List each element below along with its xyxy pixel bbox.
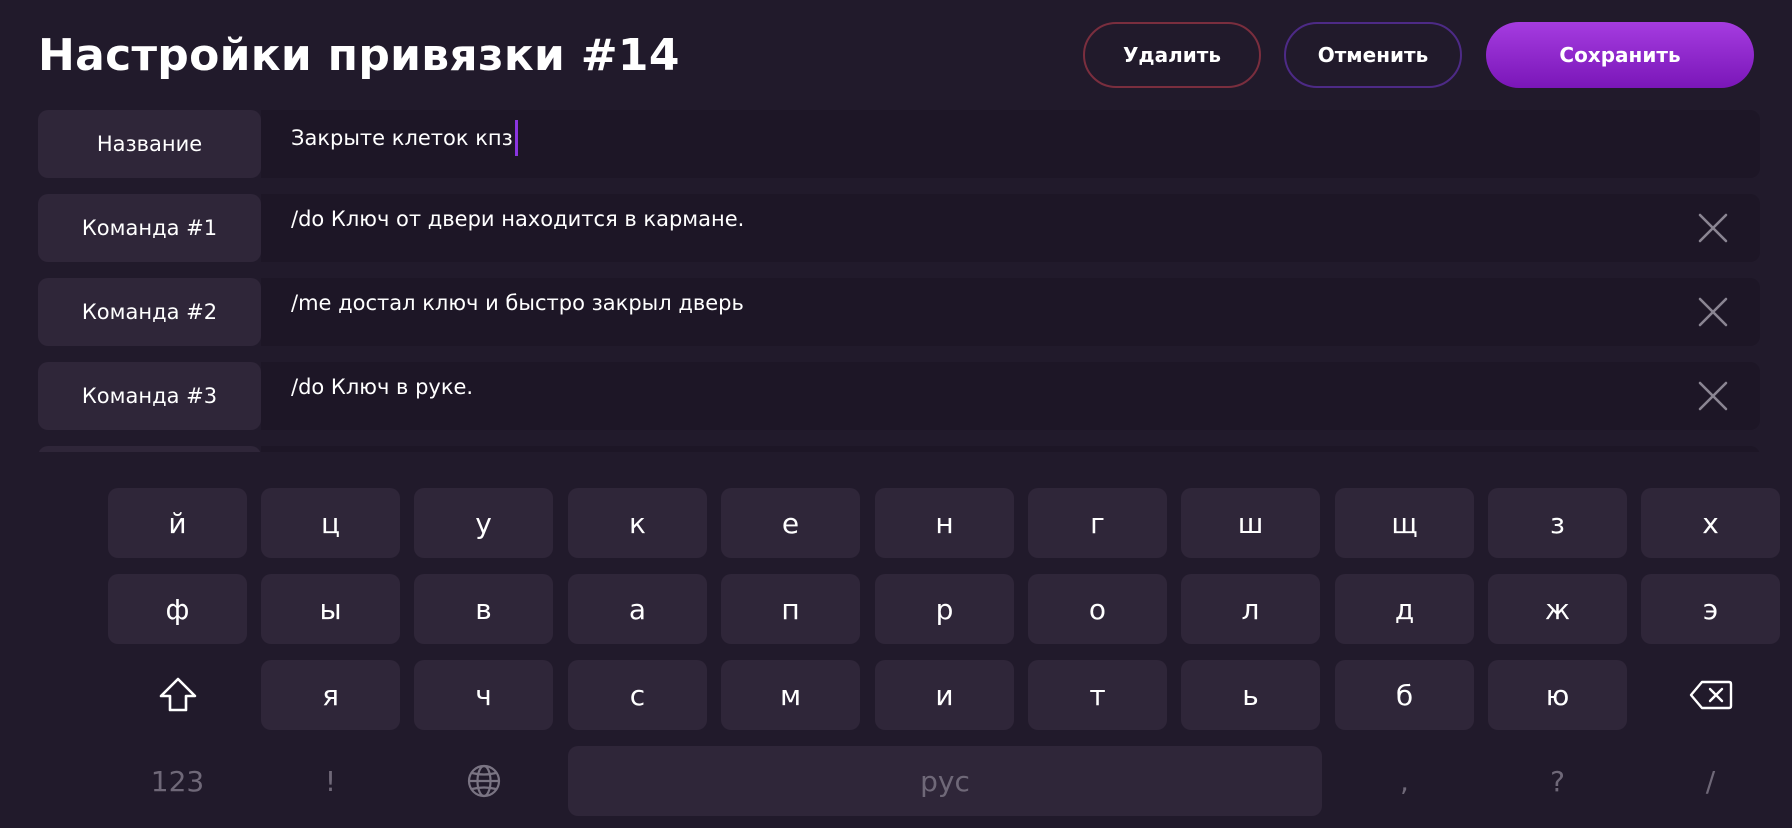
comma-key[interactable]: , [1335,746,1474,816]
space-key[interactable]: рус [568,746,1322,816]
command-input-value: /do Ключ от двери находится в кармане. [291,207,745,231]
form-rows: Название Закрыте клеток кпз Команда #1 /… [38,110,1760,452]
key[interactable]: х [1641,488,1780,558]
command-input-value: /do Ключ в руке. [291,375,474,399]
key[interactable]: й [108,488,247,558]
numbers-key[interactable]: 123 [108,746,247,816]
name-row: Название Закрыте клеток кпз [38,110,1760,178]
key[interactable]: ш [1181,488,1320,558]
key[interactable]: я [261,660,400,730]
command-input-3[interactable]: /do Ключ в руке. [261,362,1760,430]
globe-icon [467,764,500,798]
row-label: Команда #1 [38,194,261,262]
command-row-3: Команда #3 /do Ключ в руке. [38,362,1760,430]
exclamation-key[interactable]: ! [261,746,400,816]
key[interactable]: ж [1488,574,1627,644]
command-input-1[interactable]: /do Ключ от двери находится в кармане. [261,194,1760,262]
key[interactable]: с [568,660,707,730]
key[interactable]: з [1488,488,1627,558]
key[interactable]: ы [261,574,400,644]
key[interactable]: т [1028,660,1167,730]
name-input-value: Закрыте клеток кпз [291,126,513,150]
question-key[interactable]: ? [1488,746,1627,816]
shift-arrow-icon [159,677,196,712]
key[interactable]: ч [414,660,553,730]
text-cursor [514,120,518,156]
backspace-icon [1689,680,1732,710]
key[interactable]: ь [1181,660,1320,730]
key[interactable]: п [721,574,860,644]
key[interactable]: ю [1488,660,1627,730]
slash-key[interactable]: / [1641,746,1780,816]
row-label: Команда #2 [38,278,261,346]
key[interactable]: у [414,488,553,558]
command-row-4 [38,446,1760,452]
command-row-1: Команда #1 /do Ключ от двери находится в… [38,194,1760,262]
page-title: Настройки привязки #14 [38,30,680,81]
close-icon[interactable] [1696,211,1730,245]
command-input-value: /me достал ключ и быстро закрыл дверь [291,291,744,315]
key[interactable]: е [721,488,860,558]
key[interactable]: а [568,574,707,644]
row-label [38,446,261,452]
key[interactable]: к [568,488,707,558]
backspace-key[interactable] [1641,660,1780,730]
key[interactable]: р [875,574,1014,644]
row-label: Название [38,110,261,178]
key[interactable]: д [1335,574,1474,644]
command-input-2[interactable]: /me достал ключ и быстро закрыл дверь [261,278,1760,346]
key[interactable]: ф [108,574,247,644]
language-key[interactable] [414,746,553,816]
key[interactable]: ц [261,488,400,558]
save-button[interactable]: Сохранить [1486,22,1754,88]
delete-button[interactable]: Удалить [1083,22,1261,88]
close-icon[interactable] [1696,295,1730,329]
key[interactable]: м [721,660,860,730]
name-input[interactable]: Закрыте клеток кпз [261,110,1760,178]
key[interactable]: и [875,660,1014,730]
row-label: Команда #3 [38,362,261,430]
key[interactable]: г [1028,488,1167,558]
key[interactable]: л [1181,574,1320,644]
key[interactable]: э [1641,574,1780,644]
cancel-button[interactable]: Отменить [1284,22,1462,88]
key[interactable]: б [1335,660,1474,730]
shift-key[interactable] [108,660,247,730]
key[interactable]: щ [1335,488,1474,558]
close-icon[interactable] [1696,379,1730,413]
key[interactable]: н [875,488,1014,558]
key[interactable]: в [414,574,553,644]
command-input-4[interactable] [261,446,1760,452]
key[interactable]: о [1028,574,1167,644]
bind-settings-screen: Настройки привязки #14 Удалить Отменить … [0,0,1792,828]
command-row-2: Команда #2 /me достал ключ и быстро закр… [38,278,1760,346]
